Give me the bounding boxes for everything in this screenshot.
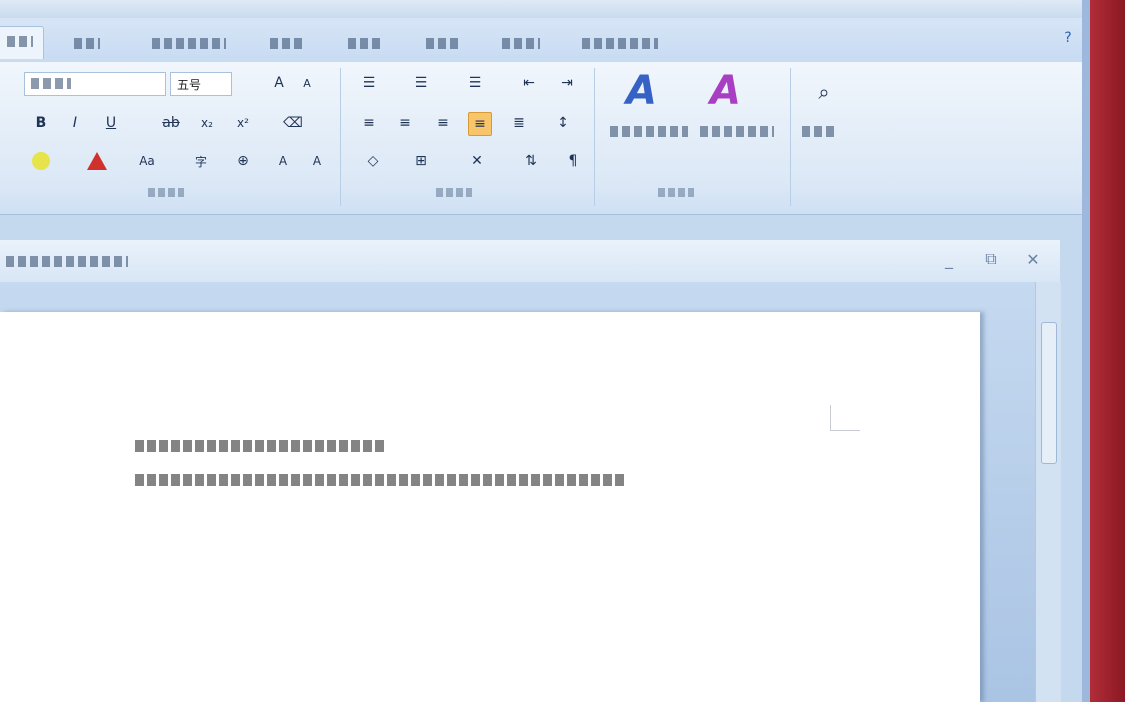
tab-label (502, 38, 540, 49)
borders-button[interactable]: ⊞ (410, 150, 432, 172)
document-line-2 (135, 474, 625, 486)
restore-icon[interactable]: ⧉ (980, 248, 1002, 270)
align-left-button[interactable]: ≡ (358, 112, 380, 134)
align-right-button[interactable]: ≡ (432, 112, 454, 134)
task-pane-title (6, 256, 128, 267)
editing-label (802, 126, 836, 137)
tab-label (7, 36, 33, 47)
grow-font-button[interactable]: A (268, 72, 290, 94)
tab-developer[interactable] (574, 32, 670, 56)
bold-button[interactable]: B (30, 112, 52, 134)
title-bar (0, 0, 1090, 18)
editing-icon[interactable]: ⌕ (810, 78, 838, 106)
increase-indent-button[interactable]: ⇥ (556, 72, 578, 94)
page-corner-mark (830, 430, 860, 431)
tab-insert[interactable] (66, 32, 114, 56)
change-case-button[interactable]: Aa (136, 150, 158, 172)
enclose-character-icon[interactable]: ⊕ (232, 150, 254, 172)
shading-button[interactable]: ◇ (362, 150, 384, 172)
show-marks-button[interactable]: ¶ (562, 150, 584, 172)
font-size-value: 五号 (177, 78, 202, 92)
chinese-layout-button[interactable]: ✕ (466, 150, 488, 172)
style-change-icon[interactable]: A (626, 68, 657, 114)
phonetic-guide-icon[interactable]: 字 (190, 150, 212, 172)
tab-label (582, 38, 658, 49)
group-separator (594, 68, 595, 206)
tab-label (74, 38, 100, 49)
font-color-icon[interactable] (86, 150, 108, 172)
justify-button[interactable]: ≡ (468, 112, 492, 136)
underline-button[interactable]: U (100, 112, 122, 134)
page-corner-mark (830, 405, 831, 431)
clear-format-icon[interactable]: ⌫ (282, 112, 304, 134)
char-border-icon[interactable]: A (306, 150, 328, 172)
group-caption-styles (658, 188, 694, 197)
distributed-button[interactable]: ≣ (508, 112, 530, 134)
tab-label (152, 38, 226, 49)
shrink-font-button[interactable]: A (296, 72, 318, 94)
close-icon[interactable]: ✕ (1022, 248, 1044, 270)
numbering-button[interactable]: ☰ (410, 72, 432, 94)
tab-label (270, 38, 306, 49)
group-caption-paragraph (436, 188, 472, 197)
desktop-background (1090, 0, 1125, 702)
font-name-value (31, 78, 71, 89)
document-page[interactable] (0, 312, 980, 702)
font-size-combo[interactable]: 五号 (170, 72, 232, 96)
ribbon-tabs: ? (0, 18, 1082, 62)
group-separator (790, 68, 791, 206)
line-spacing-button[interactable]: ↕ (552, 112, 574, 134)
highlight-color-icon[interactable] (30, 150, 52, 172)
window-frame (1082, 0, 1090, 702)
multilevel-list-button[interactable]: ☰ (464, 72, 486, 94)
subscript-button[interactable]: x₂ (196, 112, 218, 134)
bullets-button[interactable]: ☰ (358, 72, 380, 94)
sort-button[interactable]: ⇅ (520, 150, 542, 172)
tab-label (348, 38, 384, 49)
group-caption-font (148, 188, 184, 197)
minimize-icon[interactable]: _ (938, 248, 960, 270)
decrease-indent-button[interactable]: ⇤ (518, 72, 540, 94)
style-select-icon[interactable]: A (710, 68, 741, 114)
superscript-button[interactable]: x² (232, 112, 254, 134)
style-select-label (700, 126, 774, 137)
tab-page-layout[interactable] (144, 32, 240, 56)
vertical-scrollbar[interactable] (1035, 282, 1061, 702)
document-line-1 (135, 440, 385, 452)
align-center-button[interactable]: ≡ (394, 112, 416, 134)
ribbon: 五号 A A B I U ab x₂ x² ⌫ Aa 字 ⊕ A A ☰ ☰ ☰… (0, 62, 1082, 215)
scroll-thumb[interactable] (1041, 322, 1057, 464)
strikethrough-button[interactable]: ab (160, 112, 182, 134)
font-name-combo[interactable] (24, 72, 166, 96)
style-change-label (610, 126, 688, 137)
help-button[interactable]: ? (1058, 30, 1078, 50)
char-shading-icon[interactable]: A (272, 150, 294, 172)
tab-references[interactable] (262, 32, 318, 56)
tab-label (426, 38, 462, 49)
italic-button[interactable]: I (64, 112, 86, 134)
group-separator (340, 68, 341, 206)
tab-mailings[interactable] (340, 32, 392, 56)
task-pane-header: _ ⧉ ✕ (0, 240, 1060, 283)
tab-view[interactable] (494, 32, 548, 56)
tab-home[interactable] (0, 26, 44, 59)
tab-review[interactable] (418, 32, 470, 56)
